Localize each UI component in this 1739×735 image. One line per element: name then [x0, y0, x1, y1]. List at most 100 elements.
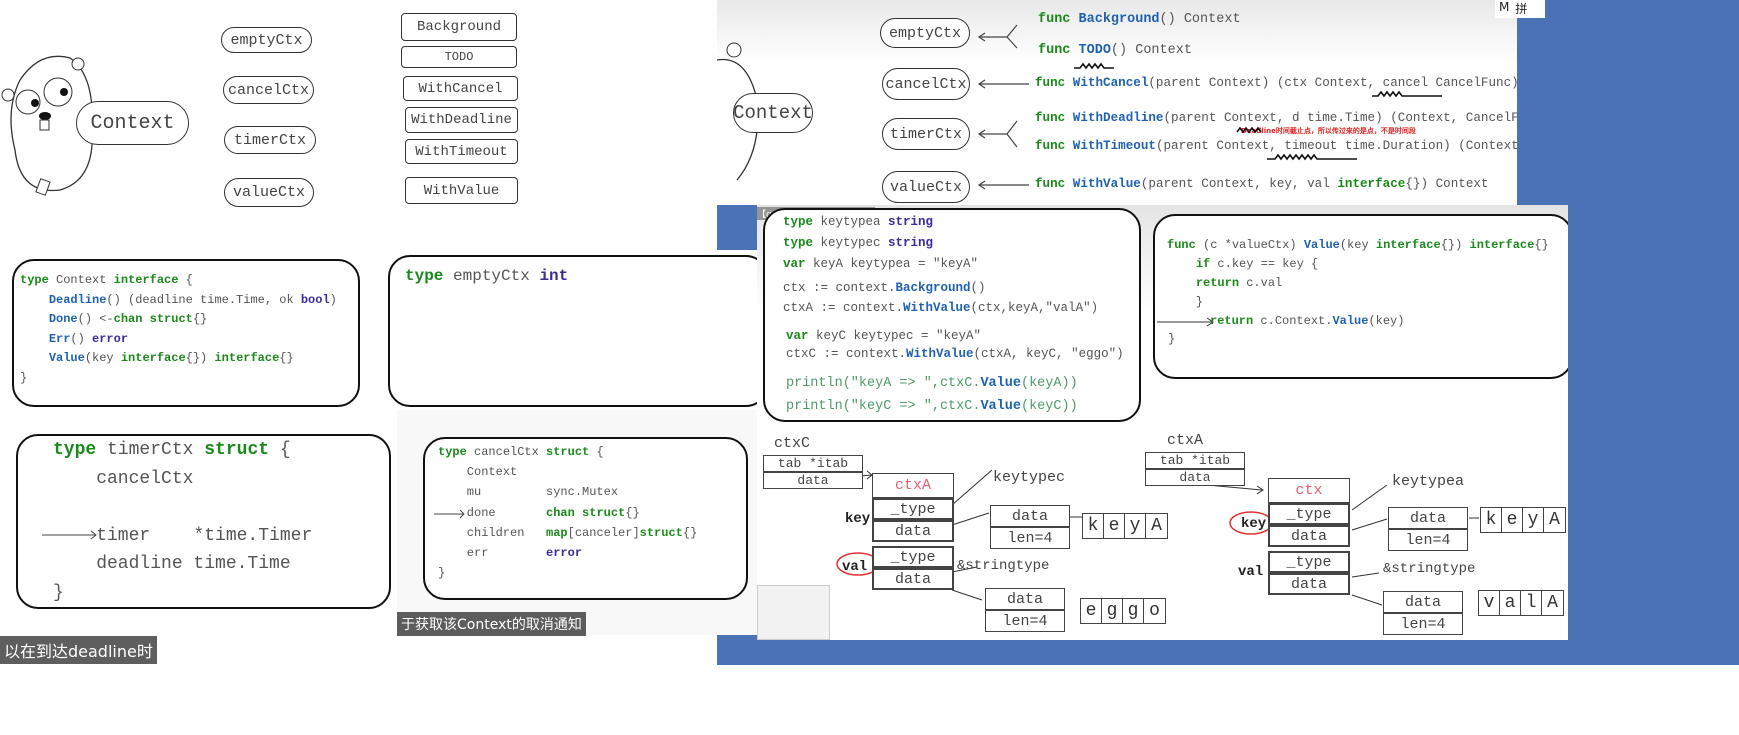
ime-toolbar[interactable]: M 拼 [1495, 0, 1545, 18]
timer-ctx-slide: type timerCtx struct { cancelCtx timer *… [0, 410, 397, 665]
timer-ctx-line: type timerCtx struct { [53, 440, 291, 460]
code-token: c.val [1246, 276, 1283, 290]
code-token: Value [980, 376, 1021, 391]
char-cell: k [1083, 514, 1104, 538]
inner-name: ctxA [872, 473, 954, 498]
string-len-cell: len=4 [1388, 529, 1468, 551]
code-token: chan struct [113, 312, 193, 326]
ime-mode[interactable]: M [1499, 0, 1509, 18]
code-token: type [438, 445, 475, 459]
code-token: () (deadline time.Time, ok [106, 292, 301, 307]
code-token: Background [895, 281, 971, 295]
code-token: int [539, 267, 569, 285]
code-token: type [783, 236, 821, 250]
func-box-withcancel: WithCancel [403, 76, 518, 101]
context-interface-line: Err() error [20, 332, 128, 346]
value-example-line: var keyA keytypea = "keyA" [783, 257, 978, 271]
cancel-ctx-line: err error [438, 546, 582, 560]
code-token: [canceler] [567, 525, 640, 540]
code-token: cancelCtx [474, 445, 547, 459]
code-token: (ctxA, keyC, "eggo") [973, 347, 1124, 361]
value-example-line: ctxA := context.WithValue(ctx,keyA,"valA… [783, 301, 1098, 315]
code-token: Deadline [48, 292, 107, 307]
code-token: () [970, 281, 986, 295]
val-type-field: _type [872, 546, 954, 568]
code-token: struct [204, 440, 270, 460]
key-chars: keyA [1480, 507, 1566, 533]
thumbnail-preview [757, 585, 830, 640]
value-example-line: type keytypec string [783, 236, 933, 250]
cancel-ctx-line: done chan struct{} [438, 506, 640, 520]
val-chars: eggo [1080, 598, 1166, 624]
code-token: { [269, 440, 291, 460]
key-type-label: keytypea [1392, 473, 1465, 490]
val-data-field: data [872, 568, 954, 590]
code-token: error [92, 331, 129, 346]
code-token: { [178, 273, 193, 287]
string-len-cell: len=4 [990, 527, 1070, 549]
key-label: key [845, 511, 871, 527]
cancel-ctx-line: Context [438, 465, 517, 479]
func-box-background: Background [401, 13, 517, 41]
code-token: WithValue [903, 301, 971, 315]
code-token: interface [214, 351, 280, 365]
signatures-slide: Context emptyCtx cancelCtx timerCtx valu… [717, 0, 1517, 205]
value-method-line: } [1168, 332, 1175, 346]
code-token: } [1167, 295, 1204, 309]
code-token: interface [120, 351, 186, 365]
code-token: deadline time.Time [53, 554, 291, 574]
code-token: () [70, 331, 93, 346]
code-token: (key [1339, 238, 1376, 252]
value-example-line: ctx := context.Background() [783, 281, 986, 295]
code-token: keytypea [820, 215, 889, 229]
inner-name: ctx [1268, 478, 1350, 503]
code-token: Value [1332, 314, 1369, 328]
code-token: {} [625, 505, 640, 520]
value-example-line: println("keyA => ",ctxC.Value(keyA)) [786, 376, 1078, 391]
code-token: string [888, 236, 934, 250]
code-token: error [546, 546, 583, 560]
code-token: children [438, 525, 547, 540]
value-method-line: func (c *valueCtx) Value(key interface{}… [1167, 238, 1549, 252]
code-token: {} [1534, 238, 1549, 252]
char-cell: k [1481, 508, 1502, 532]
context-interface-line: Deadline() (deadline time.Time, ok bool) [20, 293, 337, 307]
key-label: key [1241, 516, 1267, 532]
code-token: println("keyA => ", [786, 376, 940, 391]
subtitle-left: 以在到达deadline时 [0, 636, 157, 664]
code-token: ctxC := context. [786, 347, 907, 361]
key-type-field: _type [872, 498, 954, 520]
ime-pinyin[interactable]: 拼 [1515, 0, 1527, 18]
char-cell: v [1479, 591, 1500, 615]
code-token: (ctx,keyA,"valA") [970, 301, 1099, 315]
code-token: func [1167, 238, 1204, 252]
func-box-todo: TODO [401, 46, 517, 68]
code-token: map [546, 525, 568, 540]
code-token: } [20, 370, 28, 385]
data-cell: data [1145, 469, 1245, 486]
value-method-line: } [1167, 295, 1203, 309]
itab-cell: tab *itab [763, 455, 863, 472]
data-cell: data [763, 472, 863, 489]
code-token: Value [48, 351, 85, 365]
code-token: var [783, 257, 814, 271]
timer-ctx-line: deadline time.Time [53, 554, 291, 574]
code-token: } [1168, 332, 1176, 346]
code-token: } [438, 566, 446, 581]
context-interface-line: Value(key interface{}) interface{} [20, 351, 294, 365]
char-cell: g [1123, 599, 1144, 623]
val-type-label: &stringtype [1383, 561, 1476, 577]
code-token: c.Context. [1260, 314, 1333, 328]
code-token: WithValue [906, 347, 974, 361]
val-type-label: &stringtype [957, 558, 1050, 574]
code-token: if [1195, 257, 1218, 271]
timer-ctx-line: } [53, 583, 64, 603]
value-method-line: if c.key == key { [1167, 257, 1318, 271]
code-token: return [1195, 276, 1247, 290]
func-box-withdeadline: WithDeadline [405, 107, 518, 133]
cancel-ctx-line: } [438, 566, 445, 580]
context-interface-line: type Context interface { [20, 273, 193, 287]
